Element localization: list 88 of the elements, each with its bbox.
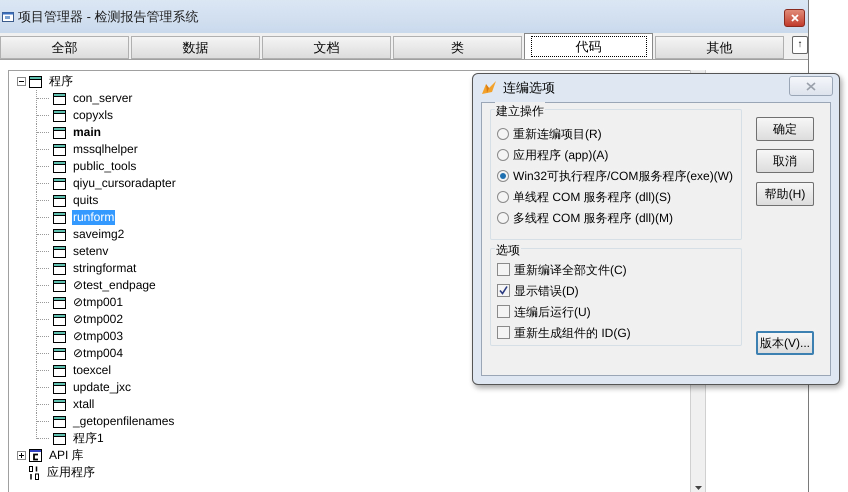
window-icon (53, 398, 66, 410)
tree-item[interactable]: setenv (72, 244, 110, 259)
window-icon (53, 432, 66, 444)
window-icon (53, 126, 66, 138)
checkbox[interactable] (497, 263, 510, 276)
radio-button[interactable] (497, 148, 509, 160)
radio-button[interactable] (497, 190, 509, 202)
window-icon (53, 348, 66, 360)
dialog-title: 连编选项 (503, 79, 555, 98)
tree-item[interactable]: quits (72, 193, 100, 208)
checkbox[interactable] (497, 305, 510, 318)
expand-icon[interactable] (17, 451, 26, 460)
tree-item[interactable]: 程序 (48, 74, 74, 89)
window-icon (53, 194, 66, 206)
tab[interactable]: 代码 (524, 33, 654, 59)
window-icon (53, 314, 66, 326)
tree-item[interactable]: xtall (72, 397, 96, 412)
binary-icon (29, 466, 40, 480)
tree-item[interactable]: 应用程序 (46, 465, 96, 480)
window-icon (53, 110, 66, 122)
window-icon (2, 10, 14, 22)
window-icon (53, 228, 66, 240)
window-icon (53, 296, 66, 308)
window-icon (53, 416, 66, 428)
checkbox[interactable] (497, 326, 510, 339)
dialog-button[interactable]: 确定 (756, 117, 814, 141)
checkbox-label: 重新生成组件的 ID(G) (514, 324, 631, 342)
window-icon (53, 262, 66, 274)
tree-item[interactable]: qiyu_cursoradapter (72, 176, 177, 191)
tree-item[interactable]: ⊘tmp004 (72, 346, 124, 361)
radio-label: 单线程 COM 服务程序 (dll)(S) (513, 188, 671, 206)
group-title: 建立操作 (495, 102, 545, 120)
radio-button[interactable] (497, 128, 509, 140)
window-icon (53, 382, 66, 394)
checkbox[interactable] (497, 284, 510, 297)
checkbox-label: 重新编译全部文件(C) (514, 262, 627, 278)
radio-label: 应用程序 (app)(A) (513, 146, 608, 164)
window-icon (53, 160, 66, 172)
window-icon (53, 364, 66, 376)
window-icon (53, 92, 66, 104)
tab[interactable]: 其他 (655, 36, 784, 59)
window-icon (53, 212, 66, 224)
library-icon (29, 449, 42, 462)
close-icon (806, 82, 816, 90)
radio-label: Win32可执行程序/COM服务程序(exe)(W) (513, 168, 734, 184)
dialog-button[interactable]: 取消 (756, 149, 814, 173)
window-icon (53, 144, 66, 156)
tree-item[interactable]: main (72, 125, 102, 140)
tree-item[interactable]: toexcel (72, 363, 112, 378)
checkbox-label: 连编后运行(U) (514, 304, 591, 320)
tree-item[interactable]: ⊘tmp003 (72, 329, 124, 344)
window-icon (53, 178, 66, 190)
tree-item[interactable]: mssqlhelper (72, 142, 139, 157)
tree-item[interactable]: ⊘test_endpage (72, 278, 157, 293)
dialog-button[interactable]: 帮助(H) (756, 182, 814, 206)
tree-item[interactable]: con_server (72, 91, 134, 106)
radio-label: 多线程 COM 服务程序 (dll)(M) (513, 210, 673, 226)
tree-item[interactable]: stringformat (72, 261, 138, 276)
dialog-button[interactable]: 版本(V)... (756, 331, 814, 355)
collapse-icon[interactable] (17, 77, 26, 86)
group-title: 选项 (495, 241, 521, 259)
tree-item[interactable]: ⊘tmp001 (72, 295, 124, 310)
radio-label: 重新连编项目(R) (513, 126, 602, 142)
tab[interactable]: 数据 (131, 36, 260, 59)
checkbox-label: 显示错误(D) (514, 282, 579, 300)
scroll-down-icon[interactable] (694, 486, 702, 490)
window-icon (53, 280, 66, 292)
collapse-button[interactable]: ↑ (792, 36, 808, 54)
tab[interactable]: 全部 (0, 36, 130, 59)
tree-item[interactable]: 程序1 (72, 431, 105, 446)
tree-item[interactable]: saveimg2 (72, 227, 126, 242)
window-title: 项目管理器 - 检测报告管理系统 (18, 8, 199, 26)
window-icon (53, 330, 66, 342)
tab[interactable]: 类 (393, 36, 522, 59)
tree-item[interactable]: copyxls (72, 108, 114, 123)
window-icon (29, 76, 42, 88)
tree-item[interactable]: ⊘tmp002 (72, 312, 124, 327)
tree-item[interactable]: public_tools (72, 159, 138, 174)
radio-button[interactable] (497, 212, 509, 224)
tree-item[interactable]: update_jxc (72, 380, 132, 395)
tree-item[interactable]: API 库 (48, 448, 85, 463)
close-icon (790, 14, 798, 22)
close-button[interactable] (784, 9, 805, 27)
fox-icon (481, 80, 497, 96)
radio-button[interactable] (497, 170, 509, 182)
tree-item[interactable]: _getopenfilenames (72, 414, 176, 429)
tab[interactable]: 文档 (262, 36, 392, 59)
window-icon (53, 246, 66, 258)
